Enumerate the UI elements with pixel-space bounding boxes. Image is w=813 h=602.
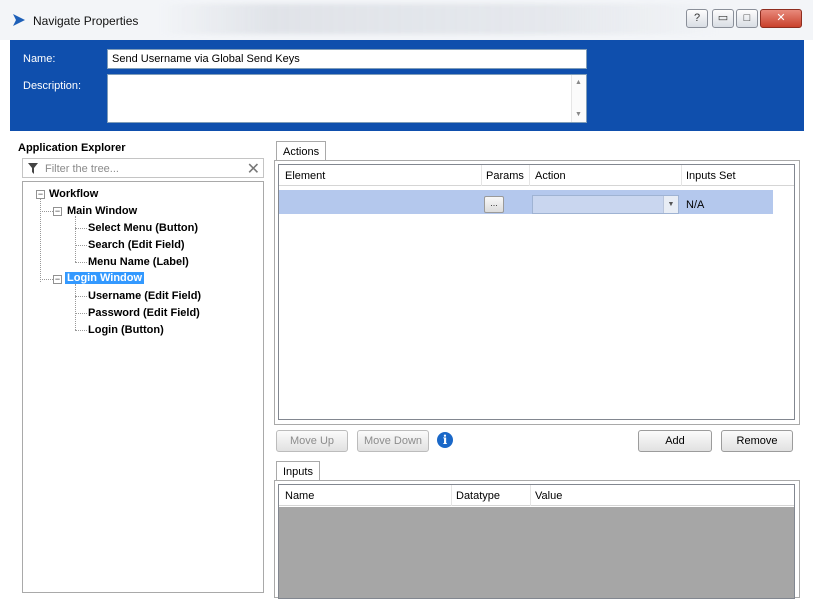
help-button[interactable]: ? [686,9,708,28]
name-label: Name: [23,53,56,65]
tree-filter-input[interactable]: Filter the tree... ✕ [22,158,264,178]
name-field[interactable] [107,49,587,69]
tree-node-workflow[interactable]: Workflow [49,188,98,200]
inputs-panel: Name Datatype Value [274,480,800,599]
description-label: Description: [23,80,82,92]
scroll-down-icon[interactable]: ▼ [575,111,582,118]
column-separator [451,485,452,506]
chevron-down-icon[interactable]: ▼ [663,196,678,213]
inputs-set-value: N/A [686,199,705,211]
app-logo-icon [13,14,25,26]
tree-connector [75,216,76,262]
minimize-button[interactable]: ▭ [712,9,734,28]
inputs-grid[interactable]: Name Datatype Value [278,484,795,599]
tree-connector [75,330,87,331]
tab-actions[interactable]: Actions [276,141,327,161]
filter-placeholder: Filter the tree... [45,163,119,175]
tree-connector [75,245,87,246]
collapse-login-window-icon[interactable]: − [53,275,62,284]
close-button[interactable]: ✕ [760,9,802,28]
column-action[interactable]: Action [535,170,566,182]
navigate-properties-window: Navigate Properties ? ▭ □ ✕ Name: Descri… [0,0,813,602]
params-button[interactable]: ... [484,196,504,213]
scroll-up-icon[interactable]: ▲ [575,79,582,86]
tree-node-username[interactable]: Username (Edit Field) [88,290,201,302]
tree-connector [75,296,87,297]
maximize-button[interactable]: □ [736,9,758,28]
application-explorer-title: Application Explorer [18,142,126,154]
inputs-grid-empty-area [279,507,794,598]
properties-header: Name: Description: ▲ ▼ [10,40,804,131]
clear-filter-icon[interactable]: ✕ [247,159,260,179]
tree-connector [40,279,53,280]
tree-connector [75,313,87,314]
tree-connector [40,211,53,212]
tree-connector [75,228,87,229]
tree-node-main-window[interactable]: Main Window [67,205,137,217]
collapse-main-window-icon[interactable]: − [53,207,62,216]
tab-inputs[interactable]: Inputs [276,461,320,481]
column-element[interactable]: Element [285,170,325,182]
tree-node-password[interactable]: Password (Edit Field) [88,307,200,319]
tree-node-menu-name[interactable]: Menu Name (Label) [88,256,189,268]
inputs-grid-header: Name Datatype Value [279,485,794,506]
tree-node-login-button[interactable]: Login (Button) [88,324,164,336]
actions-panel: Element Params Action Inputs Set ... ▼ N… [274,160,800,425]
collapse-workflow-icon[interactable]: − [36,190,45,199]
actions-grid[interactable]: Element Params Action Inputs Set ... ▼ N… [278,164,795,420]
filter-funnel-icon [28,163,38,174]
column-separator [481,165,482,186]
description-scrollbar[interactable]: ▲ ▼ [571,75,586,122]
title-bar: Navigate Properties ? ▭ □ ✕ [0,0,813,40]
column-name[interactable]: Name [285,490,314,502]
tree-connector [75,262,87,263]
column-inputs-set[interactable]: Inputs Set [686,170,736,182]
background-window-blur [160,4,720,34]
info-icon[interactable]: i [437,432,453,448]
column-separator [529,165,530,186]
tree-connector [75,284,76,330]
tree-node-search[interactable]: Search (Edit Field) [88,239,185,251]
column-params[interactable]: Params [486,170,524,182]
tree-node-select-menu[interactable]: Select Menu (Button) [88,222,198,234]
remove-button[interactable]: Remove [721,430,793,452]
window-title: Navigate Properties [33,14,139,28]
column-datatype[interactable]: Datatype [456,490,500,502]
description-field[interactable]: ▲ ▼ [107,74,587,123]
action-dropdown[interactable]: ▼ [532,195,679,214]
application-tree[interactable]: − Workflow − Main Window Select Menu (Bu… [22,181,264,593]
tree-node-login-window[interactable]: Login Window [65,272,145,284]
column-separator [681,165,682,186]
move-down-button[interactable]: Move Down [357,430,429,452]
move-up-button[interactable]: Move Up [276,430,348,452]
column-separator [530,485,531,506]
column-value[interactable]: Value [535,490,562,502]
add-button[interactable]: Add [638,430,712,452]
actions-grid-header: Element Params Action Inputs Set [279,165,794,186]
